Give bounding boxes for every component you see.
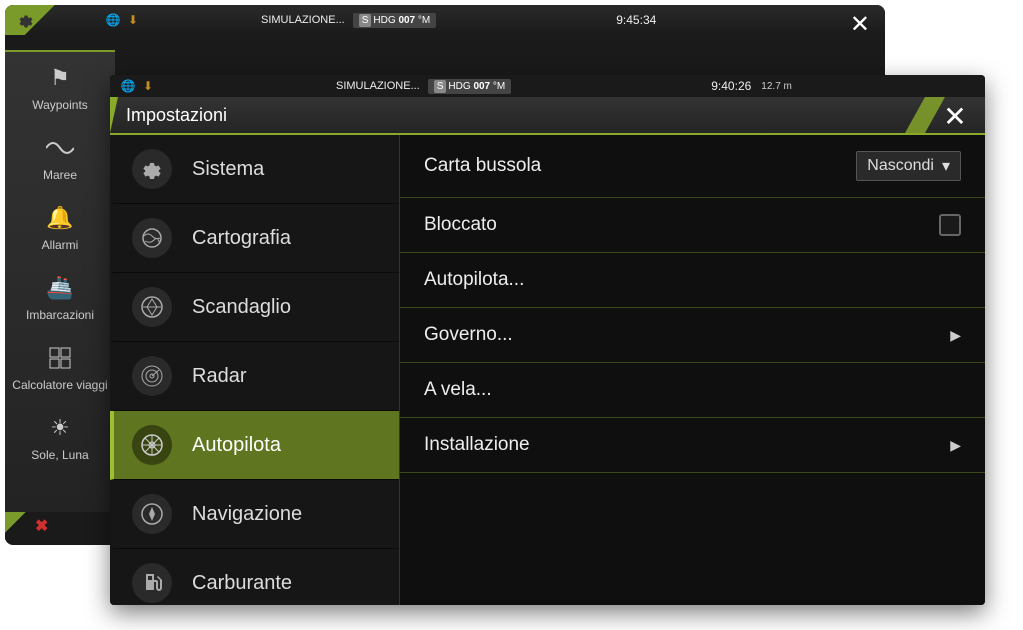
ship-icon: 🚢 xyxy=(44,272,76,304)
category-list: Sistema Cartografia Scandaglio Radar Aut… xyxy=(110,135,400,605)
globe-icon: 🌐 xyxy=(105,12,121,28)
compass-icon xyxy=(132,494,172,534)
back-topbar: 🌐 ⬇ SIMULAZIONE... SHDG 007 °M 9:45:34 ✕ xyxy=(5,5,885,35)
simulation-label: SIMULAZIONE... xyxy=(261,14,345,26)
flag-icon: ⚑ xyxy=(44,62,76,94)
heading-indicator: SHDG 007 °M xyxy=(353,13,437,28)
option-label: Bloccato xyxy=(424,214,497,236)
clock: 9:45:34 xyxy=(616,13,656,27)
category-label: Scandaglio xyxy=(192,296,291,319)
option-label: Installazione xyxy=(424,434,530,456)
settings-corner-button[interactable] xyxy=(5,5,75,35)
category-sonar[interactable]: Scandaglio xyxy=(110,273,399,342)
option-steering[interactable]: Governo... ▶ xyxy=(400,308,985,363)
status-icons: 🌐 ⬇ xyxy=(120,78,156,94)
tool-label: Allarmi xyxy=(42,238,79,252)
option-locked[interactable]: Bloccato xyxy=(400,198,985,253)
category-navigation[interactable]: Navigazione xyxy=(110,480,399,549)
close-button[interactable]: ✕ xyxy=(925,97,985,135)
option-label: A vela... xyxy=(424,379,492,401)
tool-label: Imbarcazioni xyxy=(26,308,94,322)
category-label: Carburante xyxy=(192,572,292,595)
category-chart[interactable]: Cartografia xyxy=(110,204,399,273)
globe-icon: 🌐 xyxy=(120,78,136,94)
locked-checkbox[interactable] xyxy=(939,214,961,236)
sidebar-item-tides[interactable]: Maree xyxy=(5,122,115,192)
chevron-right-icon: ▶ xyxy=(950,437,961,454)
settings-header: Impostazioni ✕ xyxy=(110,97,985,135)
sidebar-item-sunmoon[interactable]: ☀ Sole, Luna xyxy=(5,402,115,472)
download-icon: ⬇ xyxy=(125,12,141,28)
wave-icon xyxy=(44,132,76,164)
wheel-icon xyxy=(132,425,172,465)
close-icon: ✖ xyxy=(35,516,48,536)
option-label: Governo... xyxy=(424,324,513,346)
radar-icon xyxy=(132,356,172,396)
category-autopilot[interactable]: Autopilota xyxy=(110,411,399,480)
bell-icon: 🔔 xyxy=(44,202,76,234)
sun-icon: ☀ xyxy=(44,412,76,444)
settings-title: Impostazioni xyxy=(126,105,227,126)
category-system[interactable]: Sistema xyxy=(110,135,399,204)
chevron-right-icon: ▶ xyxy=(950,327,961,344)
gear-icon xyxy=(132,149,172,189)
option-compass-chart[interactable]: Carta bussola Nascondi ▾ xyxy=(400,135,985,198)
category-label: Navigazione xyxy=(192,503,302,526)
depth-reading: 12.7 m xyxy=(761,81,792,92)
option-label: Autopilota... xyxy=(424,269,524,291)
category-fuel[interactable]: Carburante xyxy=(110,549,399,605)
option-autopilot[interactable]: Autopilota... xyxy=(400,253,985,308)
category-radar[interactable]: Radar xyxy=(110,342,399,411)
compass-chart-dropdown[interactable]: Nascondi ▾ xyxy=(856,151,961,181)
sidebar-item-waypoints[interactable]: ⚑ Waypoints xyxy=(5,52,115,122)
option-sailing[interactable]: A vela... xyxy=(400,363,985,418)
exit-button[interactable]: ✖ xyxy=(5,512,115,540)
tool-label: Calcolatore viaggi xyxy=(12,378,107,392)
chevron-down-icon: ▾ xyxy=(942,156,950,176)
tool-label: Waypoints xyxy=(32,98,88,112)
calculator-icon xyxy=(44,342,76,374)
option-installation[interactable]: Installazione ▶ xyxy=(400,418,985,473)
simulation-label: SIMULAZIONE... xyxy=(336,80,420,92)
settings-body: Sistema Cartografia Scandaglio Radar Aut… xyxy=(110,135,985,605)
status-icons: 🌐 ⬇ xyxy=(105,12,141,28)
fuel-icon xyxy=(132,563,172,603)
sidebar-item-vessels[interactable]: 🚢 Imbarcazioni xyxy=(5,262,115,332)
category-label: Cartografia xyxy=(192,227,291,250)
clock: 9:40:26 xyxy=(711,79,751,93)
tool-label: Maree xyxy=(43,168,77,182)
option-label: Carta bussola xyxy=(424,155,541,177)
category-label: Radar xyxy=(192,365,246,388)
category-label: Autopilota xyxy=(192,434,281,457)
sidebar-item-tripcalc[interactable]: Calcolatore viaggi xyxy=(5,332,115,402)
close-button[interactable]: ✕ xyxy=(850,10,870,39)
map-icon xyxy=(132,218,172,258)
sonar-icon xyxy=(132,287,172,327)
sidebar-item-alarms[interactable]: 🔔 Allarmi xyxy=(5,192,115,262)
tools-sidebar: ⚑ Waypoints Maree 🔔 Allarmi 🚢 Imbarcazio… xyxy=(5,50,115,540)
download-icon: ⬇ xyxy=(140,78,156,94)
options-panel: Carta bussola Nascondi ▾ Bloccato Autopi… xyxy=(400,135,985,605)
heading-indicator: SHDG 007 °M xyxy=(428,79,512,94)
category-label: Sistema xyxy=(192,158,264,181)
gear-icon xyxy=(17,11,35,29)
tool-label: Sole, Luna xyxy=(31,448,88,462)
settings-window: 🌐 ⬇ SIMULAZIONE... SHDG 007 °M 9:40:26 1… xyxy=(110,75,985,605)
front-topbar: 🌐 ⬇ SIMULAZIONE... SHDG 007 °M 9:40:26 1… xyxy=(110,75,985,97)
